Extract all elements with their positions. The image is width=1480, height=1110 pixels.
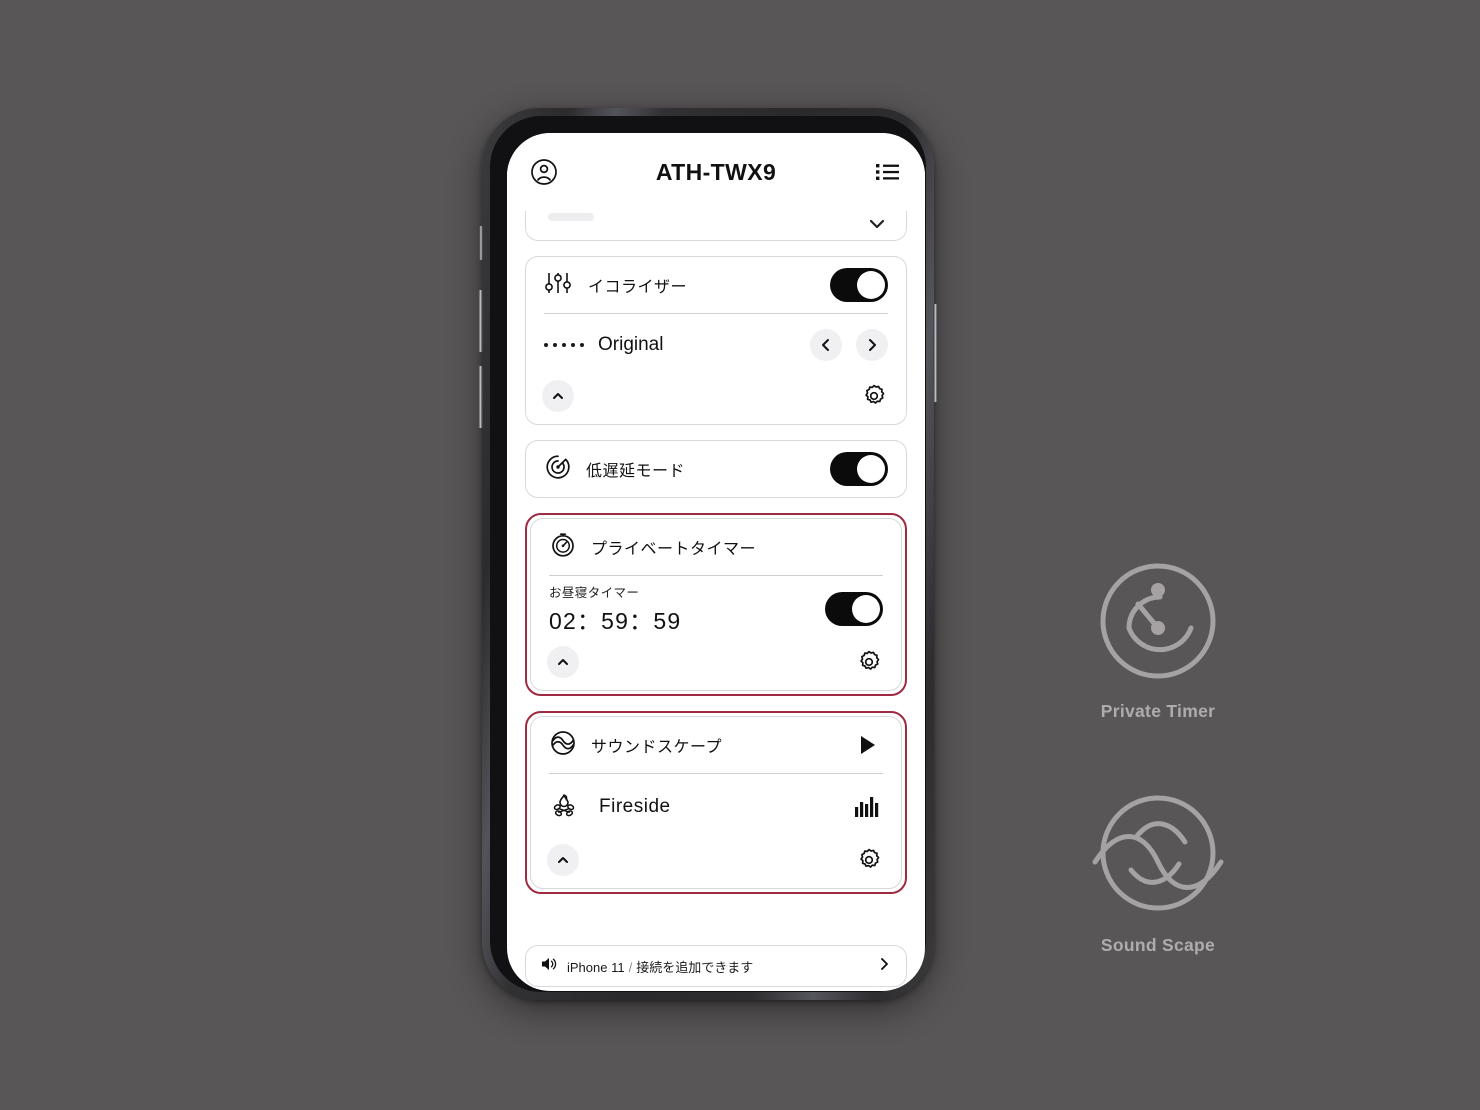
nap-timer-value: 02：59：59 bbox=[549, 608, 682, 634]
private-timer-highlight: プライベートタイマー お昼寝タイマー 02：59：59 bbox=[525, 513, 907, 696]
nap-timer-toggle[interactable] bbox=[825, 592, 883, 626]
chevron-down-icon[interactable] bbox=[866, 213, 888, 240]
annotation-label: Sound Scape bbox=[1100, 935, 1216, 955]
connection-bar[interactable]: iPhone 11/接続を追加できます bbox=[525, 945, 907, 987]
list-menu-icon[interactable] bbox=[871, 155, 905, 189]
phone-bezel: ATH-TWX9 イコライザー Original 低遅延モード プライベートタイ… bbox=[490, 116, 926, 992]
toggle-knob bbox=[857, 271, 885, 299]
power-button[interactable] bbox=[933, 304, 938, 402]
annotation-private-timer: Private Timer bbox=[1043, 556, 1273, 722]
gear-icon[interactable] bbox=[853, 844, 885, 876]
private-timer-footer-row bbox=[531, 642, 901, 690]
campfire-icon bbox=[549, 790, 579, 825]
preset-dots-icon bbox=[544, 343, 584, 347]
nap-timer-row[interactable]: お昼寝タイマー 02：59：59 bbox=[531, 576, 901, 642]
toggle-knob bbox=[852, 595, 880, 623]
private-timer-card: プライベートタイマー お昼寝タイマー 02：59：59 bbox=[530, 518, 902, 691]
low-latency-toggle[interactable] bbox=[830, 452, 888, 486]
equalizer-preset-name: Original bbox=[598, 334, 664, 355]
gear-icon[interactable] bbox=[853, 646, 885, 678]
speedometer-icon bbox=[544, 453, 572, 486]
partial-card-label-placeholder bbox=[548, 213, 594, 221]
phone-screen: ATH-TWX9 イコライザー Original 低遅延モード プライベートタイ… bbox=[507, 133, 925, 991]
sound-scape-track-name: Fireside bbox=[599, 796, 671, 817]
private-timer-label: プライベートタイマー bbox=[591, 541, 757, 558]
connection-text: iPhone 11/接続を追加できます bbox=[567, 957, 867, 976]
annotation-label: Private Timer bbox=[1100, 701, 1216, 721]
nap-timer-label: お昼寝タイマー bbox=[549, 586, 640, 600]
partial-card-above[interactable] bbox=[525, 211, 907, 241]
silent-switch-button[interactable] bbox=[479, 226, 483, 260]
play-icon[interactable] bbox=[851, 729, 883, 761]
equalizer-toggle[interactable] bbox=[830, 268, 888, 302]
equalizer-label: イコライザー bbox=[588, 279, 688, 296]
equalizer-footer-row bbox=[526, 376, 906, 424]
low-latency-row[interactable]: 低遅延モード bbox=[526, 441, 906, 497]
chevron-right-icon[interactable] bbox=[876, 956, 892, 977]
sound-scape-label: サウンドスケープ bbox=[591, 739, 723, 756]
chevron-left-icon[interactable] bbox=[810, 329, 842, 361]
gear-icon[interactable] bbox=[858, 380, 890, 412]
settings-scroll-area[interactable]: イコライザー Original 低遅延モード プライベートタイマー お昼寝タイマ… bbox=[507, 211, 925, 945]
app-header: ATH-TWX9 bbox=[507, 133, 925, 211]
connected-device-name: iPhone 11 bbox=[567, 959, 625, 975]
low-latency-label: 低遅延モード bbox=[586, 463, 686, 480]
equalizer-card: イコライザー Original bbox=[525, 256, 907, 425]
equalizer-preset-row[interactable]: Original bbox=[526, 314, 906, 376]
sound-scape-track-row[interactable]: Fireside bbox=[531, 774, 901, 840]
toggle-knob bbox=[857, 455, 885, 483]
chevron-up-icon[interactable] bbox=[547, 844, 579, 876]
connection-hint: 接続を追加できます bbox=[636, 959, 754, 975]
separator: / bbox=[628, 959, 633, 975]
sound-scape-footer-row bbox=[531, 840, 901, 888]
speaker-output-icon bbox=[540, 955, 558, 978]
phone-device: ATH-TWX9 イコライザー Original 低遅延モード プライベートタイ… bbox=[478, 108, 938, 1000]
chevron-up-icon[interactable] bbox=[547, 646, 579, 678]
chevron-right-icon[interactable] bbox=[856, 329, 888, 361]
sound-scape-card: サウンドスケープ Fireside bbox=[530, 716, 902, 889]
private-timer-clock-icon bbox=[1043, 556, 1273, 691]
chevron-up-icon[interactable] bbox=[542, 380, 574, 412]
equalizer-header-row[interactable]: イコライザー bbox=[526, 257, 906, 313]
sound-bars-icon[interactable] bbox=[851, 791, 883, 823]
stopwatch-icon bbox=[549, 531, 577, 564]
sound-scape-waves-icon bbox=[1043, 790, 1273, 925]
account-circle-icon[interactable] bbox=[527, 155, 561, 189]
sound-scape-header-row[interactable]: サウンドスケープ bbox=[531, 717, 901, 773]
sound-scape-highlight: サウンドスケープ Fireside bbox=[525, 711, 907, 894]
private-timer-header-row[interactable]: プライベートタイマー bbox=[531, 519, 901, 575]
low-latency-card: 低遅延モード bbox=[525, 440, 907, 498]
sound-scape-waves-icon bbox=[549, 729, 577, 762]
volume-down-button[interactable] bbox=[478, 366, 483, 428]
equalizer-sliders-icon bbox=[544, 270, 574, 301]
volume-up-button[interactable] bbox=[478, 290, 483, 352]
page-title: ATH-TWX9 bbox=[655, 158, 777, 185]
annotation-sound-scape: Sound Scape bbox=[1043, 790, 1273, 956]
